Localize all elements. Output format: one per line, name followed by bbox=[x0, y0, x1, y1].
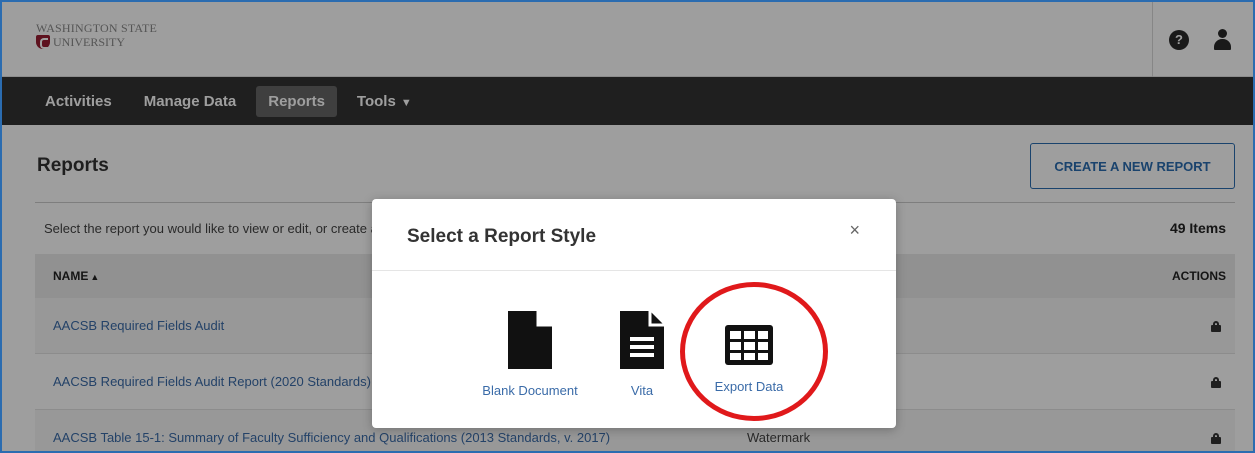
option-label: Blank Document bbox=[482, 383, 578, 398]
blank-document-icon bbox=[508, 311, 552, 369]
report-style-modal: Select a Report Style × Blank Document V… bbox=[372, 199, 896, 428]
option-vita[interactable]: Vita bbox=[617, 311, 667, 398]
highlight-circle bbox=[680, 282, 828, 421]
app-frame: WASHINGTON STATE UNIVERSITY ? Activities… bbox=[0, 0, 1255, 453]
modal-header: Select a Report Style × bbox=[372, 199, 896, 271]
close-icon[interactable]: × bbox=[849, 221, 860, 239]
option-label: Vita bbox=[630, 383, 654, 398]
option-blank-document[interactable]: Blank Document bbox=[474, 311, 586, 398]
vita-document-icon bbox=[620, 311, 664, 369]
modal-title: Select a Report Style bbox=[407, 226, 597, 247]
